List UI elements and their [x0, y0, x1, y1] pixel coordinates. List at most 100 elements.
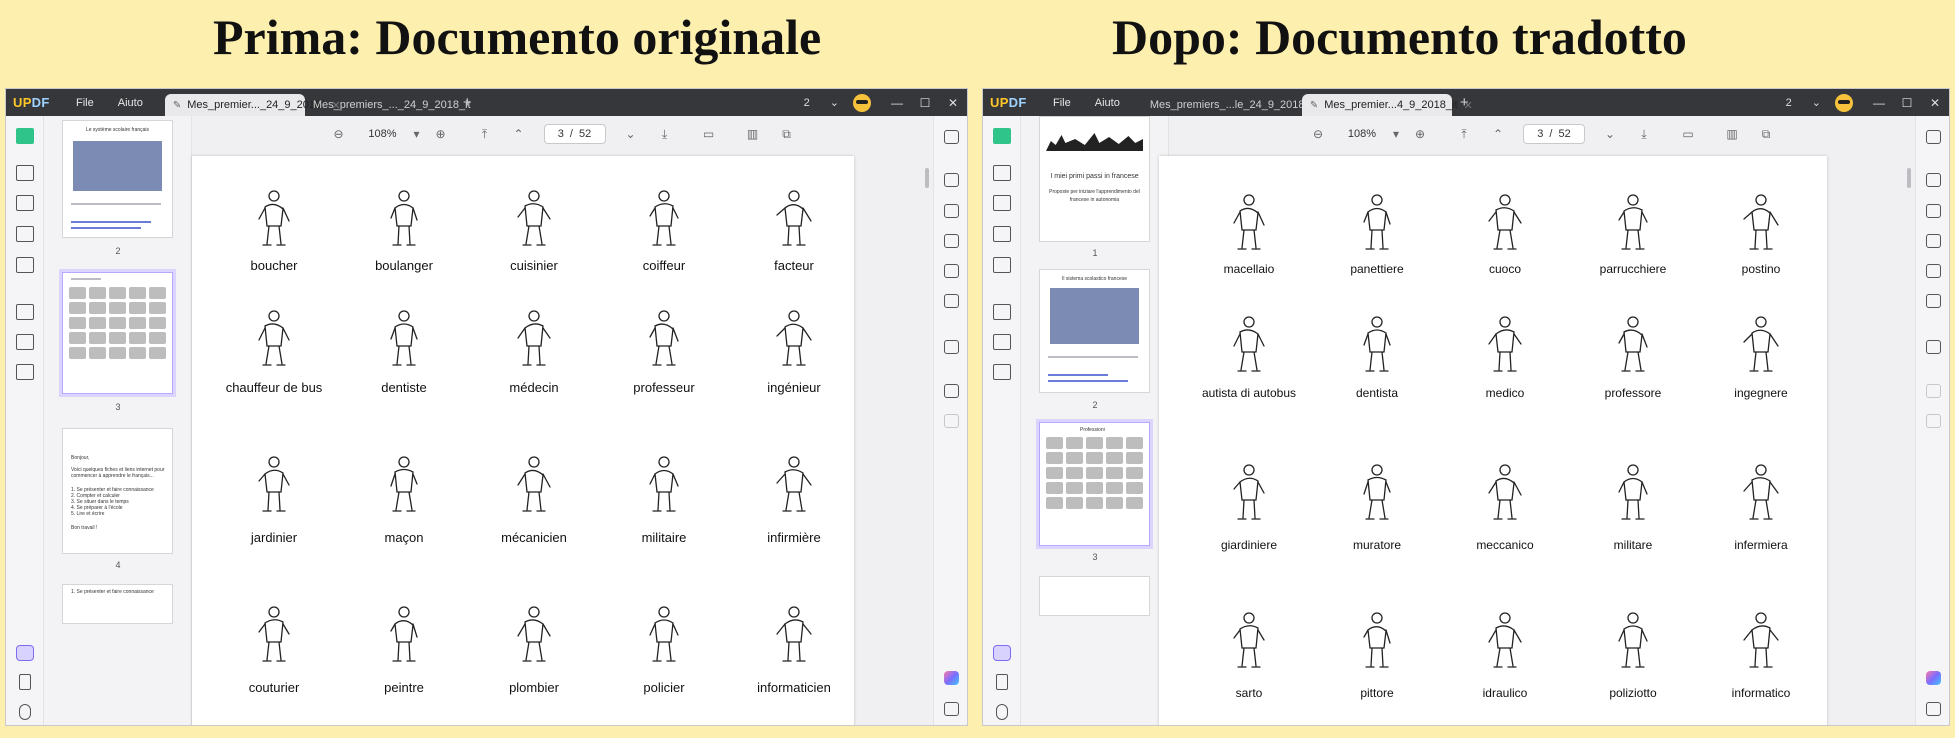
- page-thumbnail-4[interactable]: [1039, 576, 1150, 616]
- page-thumbnail-2[interactable]: Il sistema scolastico francese: [1039, 269, 1150, 393]
- convert-pdf-icon[interactable]: [944, 204, 959, 218]
- last-page-icon[interactable]: ⤓: [648, 127, 682, 142]
- page-thumbnail-3[interactable]: Professioni: [1036, 419, 1153, 549]
- zoom-level[interactable]: 108%: [356, 128, 410, 140]
- tab-original-document[interactable]: Mes_premiers_...le_24_9_2018*: [1142, 94, 1309, 116]
- protect-icon[interactable]: [944, 234, 959, 248]
- menu-file[interactable]: File: [64, 97, 106, 109]
- tab-translated-document[interactable]: Mes_premiers_..._24_9_2018_it: [305, 94, 471, 116]
- profession-cell: infirmière: [734, 454, 854, 545]
- reader-icon[interactable]: [16, 128, 34, 144]
- page-thumbnail-3[interactable]: [59, 269, 176, 397]
- zoom-dropdown-icon[interactable]: ▾: [1389, 127, 1403, 141]
- next-page-icon[interactable]: ⌄: [1593, 127, 1627, 141]
- organize-pages-icon[interactable]: [993, 304, 1011, 320]
- minimize-icon[interactable]: —: [883, 96, 911, 110]
- open-docs-count[interactable]: 2: [794, 97, 820, 109]
- zoom-in-icon[interactable]: ⊕: [1403, 127, 1437, 141]
- search-icon[interactable]: [1926, 130, 1941, 144]
- ai-assistant-icon[interactable]: [1926, 671, 1941, 685]
- chevron-down-icon[interactable]: ⌄: [820, 96, 849, 109]
- user-avatar[interactable]: [853, 93, 871, 112]
- add-tab-icon[interactable]: +: [1452, 94, 1477, 111]
- previous-page-icon[interactable]: ⌃: [502, 127, 536, 141]
- tab-original-document[interactable]: ✎ Mes_premier..._24_9_2018* ✕: [164, 94, 341, 116]
- crop-icon[interactable]: [16, 334, 34, 350]
- attachment-icon[interactable]: [996, 704, 1008, 720]
- thumb-number: 3: [1092, 552, 1098, 562]
- compare-icon[interactable]: ⧉: [1749, 127, 1783, 142]
- page-layout-icon[interactable]: ▥: [736, 127, 770, 141]
- menu-file[interactable]: File: [1041, 97, 1083, 109]
- next-page-icon[interactable]: ⌄: [614, 127, 648, 141]
- bookmark-icon[interactable]: [19, 674, 31, 690]
- ai-assistant-icon[interactable]: [944, 671, 959, 685]
- user-avatar[interactable]: [1835, 93, 1853, 112]
- save-icon[interactable]: [944, 340, 959, 354]
- zoom-in-icon[interactable]: ⊕: [424, 127, 458, 141]
- menu-help[interactable]: Aiuto: [106, 97, 155, 109]
- layers-icon[interactable]: [993, 645, 1011, 661]
- menu-help[interactable]: Aiuto: [1083, 97, 1132, 109]
- attachment-icon[interactable]: [19, 704, 31, 720]
- form-icon[interactable]: [993, 226, 1011, 242]
- search-icon[interactable]: [944, 130, 959, 144]
- maximize-icon[interactable]: ☐: [1893, 96, 1921, 110]
- first-page-icon[interactable]: ⤒: [1447, 127, 1481, 142]
- add-tab-icon[interactable]: +: [455, 94, 480, 111]
- zoom-out-icon[interactable]: ⊖: [322, 127, 356, 141]
- vertical-scrollbar[interactable]: [1907, 168, 1911, 188]
- convert-icon[interactable]: [16, 257, 34, 273]
- page-thumbnail-5[interactable]: 1. Se présenter et faire connaissance: [62, 584, 173, 624]
- edit-pdf-icon[interactable]: [16, 195, 34, 211]
- zoom-out-icon[interactable]: ⊖: [1301, 127, 1335, 141]
- close-window-icon[interactable]: ✕: [939, 96, 967, 110]
- page-thumbnail-2[interactable]: Le système scolaire français: [62, 120, 173, 238]
- convert-icon[interactable]: [993, 257, 1011, 273]
- ocr-icon[interactable]: [944, 173, 959, 187]
- zoom-dropdown-icon[interactable]: ▾: [410, 127, 424, 141]
- minimize-icon[interactable]: —: [1865, 96, 1893, 110]
- last-page-icon[interactable]: ⤓: [1627, 127, 1661, 142]
- bookmark-icon[interactable]: [996, 674, 1008, 690]
- page-thumbnail-1[interactable]: I miei primi passi in francese Proposte …: [1039, 116, 1150, 242]
- previous-page-icon[interactable]: ⌃: [1481, 127, 1515, 141]
- share-icon[interactable]: [944, 264, 959, 278]
- tools-icon[interactable]: [993, 364, 1011, 380]
- organize-pages-icon[interactable]: [16, 304, 34, 320]
- page-number-input[interactable]: 3 / 52: [543, 124, 606, 144]
- maximize-icon[interactable]: ☐: [911, 96, 939, 110]
- comments-icon[interactable]: [1926, 702, 1941, 716]
- slideshow-icon[interactable]: ▭: [692, 127, 726, 141]
- email-icon[interactable]: [1926, 294, 1941, 308]
- slideshow-icon[interactable]: ▭: [1671, 127, 1705, 141]
- convert-pdf-icon[interactable]: [1926, 204, 1941, 218]
- first-page-icon[interactable]: ⤒: [468, 127, 502, 142]
- comment-icon[interactable]: [993, 165, 1011, 181]
- undo-icon[interactable]: [944, 384, 959, 398]
- chevron-down-icon[interactable]: ⌄: [1802, 96, 1831, 109]
- save-icon[interactable]: [1926, 340, 1941, 354]
- compare-icon[interactable]: ⧉: [770, 127, 804, 142]
- page-number-input[interactable]: 3 / 52: [1523, 124, 1585, 144]
- reader-icon[interactable]: [993, 128, 1011, 144]
- crop-icon[interactable]: [993, 334, 1011, 350]
- open-docs-count[interactable]: 2: [1776, 97, 1802, 109]
- form-icon[interactable]: [16, 226, 34, 242]
- layers-icon[interactable]: [16, 645, 34, 661]
- vertical-scrollbar[interactable]: [925, 168, 929, 188]
- edit-pdf-icon[interactable]: [993, 195, 1011, 211]
- comments-icon[interactable]: [944, 702, 959, 716]
- share-icon[interactable]: [1926, 264, 1941, 278]
- zoom-level[interactable]: 108%: [1335, 128, 1389, 140]
- email-icon[interactable]: [944, 294, 959, 308]
- comment-icon[interactable]: [16, 165, 34, 181]
- ocr-icon[interactable]: [1926, 173, 1941, 187]
- page-thumbnail-4[interactable]: Bonjour, Voici quelques fiches et liens …: [62, 428, 173, 554]
- thumb-text: 1. Se présenter et faire connaissance: [71, 589, 154, 595]
- protect-icon[interactable]: [1926, 234, 1941, 248]
- tab-translated-document[interactable]: ✎ Mes_premier...4_9_2018_it ✕: [1301, 94, 1473, 116]
- close-window-icon[interactable]: ✕: [1921, 96, 1949, 110]
- tools-icon[interactable]: [16, 364, 34, 380]
- page-layout-icon[interactable]: ▥: [1715, 127, 1749, 141]
